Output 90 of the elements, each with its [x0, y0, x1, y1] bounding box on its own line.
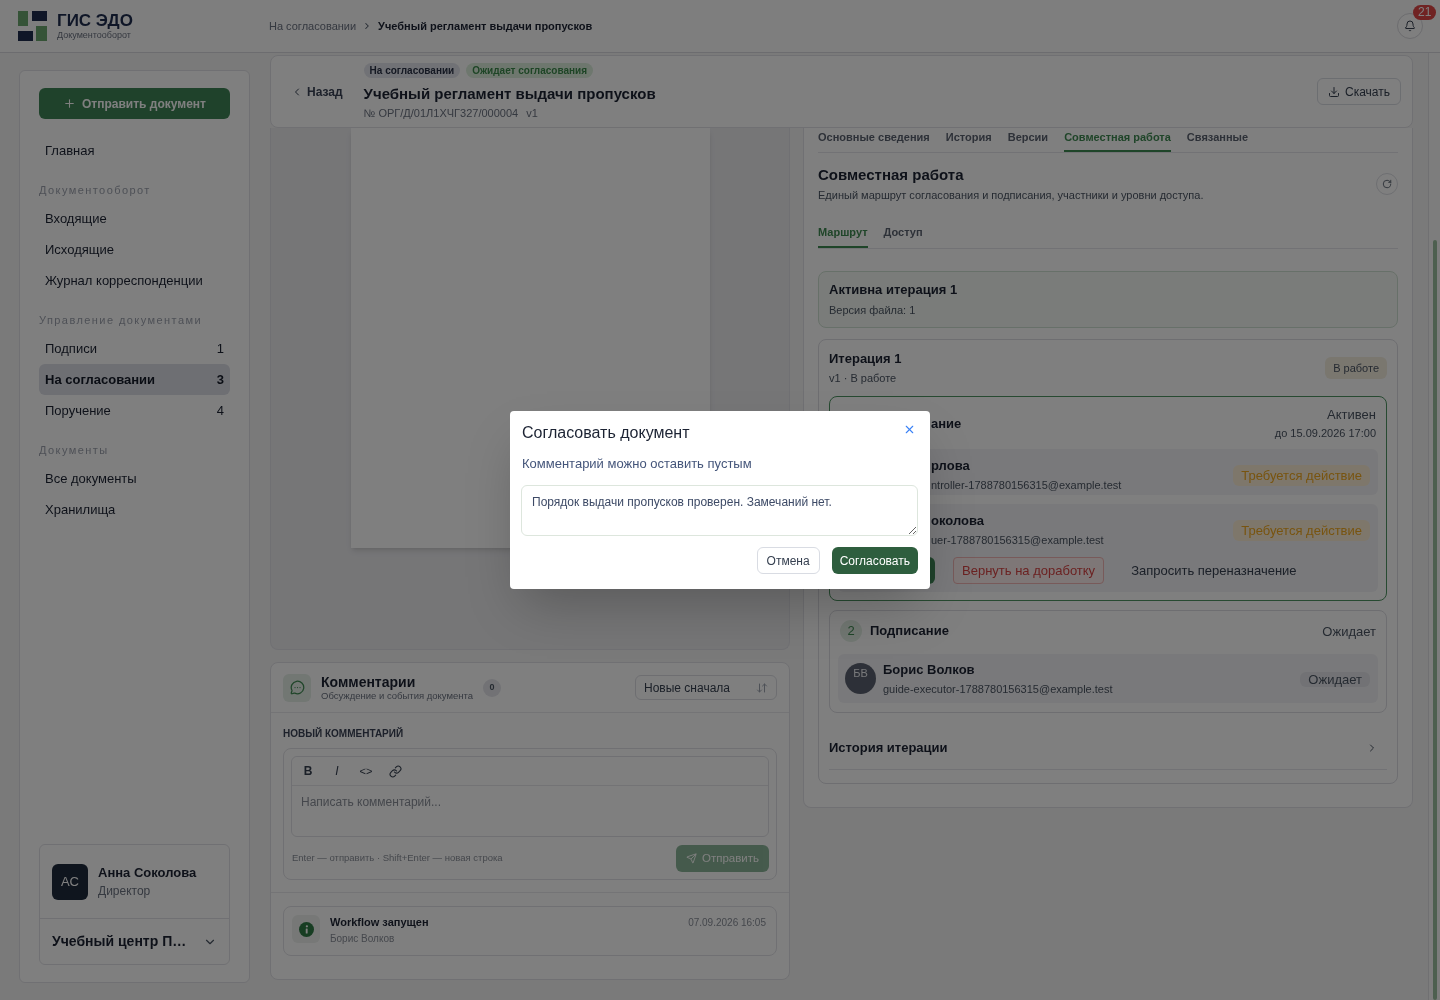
participant-email: guide-executor-1788780156315@example.test	[883, 681, 1113, 696]
stage-number: 2	[840, 620, 862, 642]
comment-input-field[interactable]: Написать комментарий...	[292, 786, 768, 836]
code-button[interactable]: <>	[355, 760, 377, 782]
download-icon	[1328, 85, 1340, 98]
tab[interactable]: История	[945, 128, 992, 152]
participant-status: Ожидает	[1300, 671, 1370, 687]
participant-email: uer-1788780156315@example.test	[931, 533, 1104, 547]
comments-title: Комментарии	[321, 673, 417, 690]
participant-email: ntroller-1788780156315@example.test	[931, 478, 1122, 492]
item-count: 3	[216, 370, 224, 389]
file-version: Версия файла: 1	[829, 303, 917, 317]
item-count: 4	[216, 401, 224, 420]
cancel-button[interactable]: Отмена	[756, 547, 820, 574]
sidebar-item[interactable]: Все документы	[39, 463, 230, 494]
comment-count: 0	[483, 678, 502, 697]
approve-button[interactable]: Согласовать	[831, 547, 918, 574]
italic-button[interactable]: I	[326, 760, 348, 782]
notification-count: 21	[1413, 5, 1437, 20]
info-icon	[292, 915, 320, 943]
iteration-status: В работе	[1325, 357, 1387, 379]
sidebar-item[interactable]: Журнал корреспонденции	[39, 265, 230, 296]
link-icon	[388, 764, 402, 778]
plus-icon	[63, 97, 76, 110]
section-description: Единый маршрут согласования и подписания, участники и уровни доступа.	[818, 189, 1204, 202]
sidebar-item[interactable]: Главная	[39, 135, 230, 166]
participant-status: Требуется действие	[1233, 464, 1370, 486]
app-subtitle: Документооборот	[57, 29, 132, 41]
iteration-title: Итерация 1	[829, 351, 902, 367]
organization-selector[interactable]: Учебный центр П…	[40, 919, 229, 964]
sort-icon	[756, 681, 768, 694]
chat-icon	[283, 673, 311, 702]
subtab[interactable]: Маршрут	[818, 224, 868, 248]
app-title: ГИС ЭДО	[57, 11, 133, 30]
participant-name: Борис Волков	[883, 661, 976, 678]
stage-deadline: до 15.09.2026 17:00	[1274, 427, 1376, 440]
sidebar-item[interactable]: Поручение 4	[39, 395, 230, 426]
user-name: Анна Соколова	[98, 865, 197, 880]
scrollbar-thumb[interactable]	[1433, 240, 1437, 1000]
active-iteration-title: Активна итерация 1	[829, 282, 959, 298]
close-icon[interactable]	[903, 423, 916, 436]
tab[interactable]: Связанные	[1186, 128, 1249, 152]
event-title: Workflow запущен	[330, 916, 429, 929]
sidebar-item[interactable]: Хранилища	[39, 494, 230, 525]
section-title: Совместная работа	[818, 166, 965, 184]
stage-title: Подписание	[870, 623, 949, 639]
dialog-hint: Комментарий можно оставить пустым	[521, 456, 753, 472]
breadcrumb-item[interactable]: На согласовании	[269, 17, 357, 35]
comment-field[interactable]: Порядок выдачи пропусков проверен. Замечаний нет.	[521, 485, 918, 536]
participant-status: Требуется действие	[1233, 519, 1370, 541]
new-comment-label: НОВЫЙ КОММЕНТАРИЙ	[283, 728, 405, 739]
tab[interactable]: Совместная работа	[1064, 128, 1171, 152]
participant-name: рлова	[931, 458, 971, 474]
sidebar-item[interactable]: Входящие	[39, 203, 230, 234]
participant-name: околова	[931, 513, 985, 529]
download-button[interactable]: Скачать	[1317, 78, 1401, 105]
document-version: v1	[526, 107, 538, 120]
participant-avatar: БВ	[845, 663, 876, 694]
send-document-button[interactable]: Отправить документ	[39, 88, 230, 119]
sort-select[interactable]: Новые сначала	[635, 675, 777, 700]
user-role: Директор	[98, 884, 152, 898]
status-badge: На согласовании	[363, 63, 461, 78]
refresh-icon	[1382, 179, 1392, 189]
item-count: 1	[216, 339, 224, 358]
stage-status: Ожидает	[1322, 623, 1376, 639]
subtab[interactable]: Доступ	[883, 224, 923, 248]
back-button[interactable]: Назад	[291, 82, 343, 101]
breadcrumb-item: Учебный регламент выдачи пропусков	[378, 18, 593, 34]
event-author: Борис Волков	[330, 933, 396, 945]
iteration-subtitle: v1 · В работе	[829, 372, 898, 385]
tab[interactable]: Основные сведения	[818, 128, 930, 152]
sidebar-item[interactable]: Исходящие	[39, 234, 230, 265]
document-number: № ОРГ/Д/01Л1ХЧГ327/000004	[363, 107, 519, 120]
bell-icon	[1404, 20, 1416, 32]
sidebar-item[interactable]: Подписи 1	[39, 333, 230, 364]
status-badge: Ожидает согласования	[466, 63, 594, 78]
bold-button[interactable]: B	[297, 760, 319, 782]
comments-subtitle: Обсуждение и события документа	[321, 689, 474, 702]
reassign-button[interactable]: Запросить переназначение	[1131, 557, 1297, 584]
stage-title: ание	[931, 415, 962, 432]
stage-status: Активен	[1327, 407, 1376, 422]
tab[interactable]: Версии	[1007, 128, 1049, 152]
sidebar-item[interactable]: На согласовании 3	[39, 364, 230, 395]
return-button[interactable]: Вернуть на доработку	[953, 557, 1105, 584]
document-title: Учебный регламент выдачи пропусков	[363, 85, 656, 102]
user-avatar: АС	[52, 863, 88, 900]
logo-icon	[18, 11, 47, 41]
editor-field[interactable]: B I <> Написать комментарий...	[291, 756, 769, 837]
iteration-history-toggle[interactable]: История итерации	[829, 726, 1387, 770]
dialog-title: Согласовать документ	[521, 423, 690, 443]
